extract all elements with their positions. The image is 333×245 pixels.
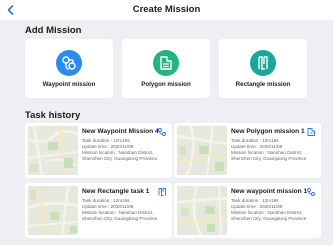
task-card-polygon-1[interactable]: New Polygon mission 1 Task duration : 12… — [174, 123, 321, 178]
map-thumbnail — [28, 126, 78, 175]
task-card-waypoint-4[interactable]: New Waypoint Mission 4 Task duration : 1… — [25, 123, 172, 178]
task-title: New waypoint mission 1 — [231, 188, 308, 195]
polygon-type-icon — [306, 127, 316, 137]
map-thumbnail — [28, 186, 78, 235]
task-location-line2: Shenzhen City, Guangdong Province — [82, 216, 158, 221]
polygon-icon — [153, 50, 179, 76]
task-location-line2: Shenzhen City, Guangdong Province — [82, 156, 158, 161]
polygon-mission-card[interactable]: Polygon mission — [122, 39, 210, 98]
waypoint-mission-label: Waypoint mission — [42, 81, 96, 88]
rectangle-mission-card[interactable]: Rectangle mission — [219, 39, 307, 98]
task-title: New Polygon mission 1 — [231, 128, 305, 135]
task-title: New Rectangle task 1 — [82, 188, 150, 195]
task-card-rectangle-1[interactable]: New Rectangle task 1 Task duration : 12m… — [25, 183, 172, 238]
task-history-heading: Task history — [25, 110, 81, 121]
map-thumbnail — [177, 186, 227, 235]
waypoint-icon — [56, 50, 82, 76]
page-title: Create Mission — [132, 4, 201, 15]
waypoint-type-icon — [306, 187, 316, 197]
add-mission-heading: Add Mission — [25, 25, 82, 36]
header-bar: Create Mission — [0, 0, 333, 20]
rectangle-icon — [250, 50, 276, 76]
rectangle-type-icon — [157, 187, 167, 197]
waypoint-mission-card[interactable]: Waypoint mission — [25, 39, 113, 98]
waypoint-type-icon — [157, 127, 167, 137]
task-location-line2: Shenzhen City, Guangdong Province — [231, 216, 307, 221]
rectangle-mission-label: Rectangle mission — [235, 81, 291, 88]
task-location-line2: Shenzhen City, Guangdong Province — [231, 156, 307, 161]
polygon-mission-label: Polygon mission — [141, 81, 191, 88]
task-card-waypoint-1[interactable]: New waypoint mission 1 Task duration : 1… — [174, 183, 321, 238]
map-thumbnail — [177, 126, 227, 175]
task-title: New Waypoint Mission 4 — [82, 128, 159, 135]
